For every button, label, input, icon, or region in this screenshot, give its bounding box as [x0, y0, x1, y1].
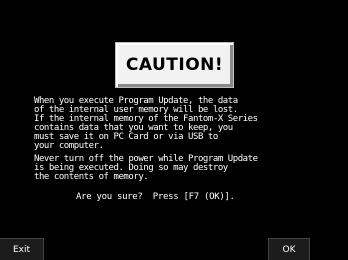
- caution-title: CAUTION!: [125, 55, 224, 75]
- confirm-prompt: Are you sure? Press [F7 (OK)].: [76, 192, 235, 202]
- warning-paragraph-data-loss: When you execute Program Update, the dat…: [34, 96, 258, 151]
- caution-banner: CAUTION!: [115, 42, 234, 88]
- warning-paragraph-power: Never turn off the power while Program U…: [34, 154, 258, 182]
- ok-button[interactable]: OK: [268, 238, 310, 260]
- caution-screen: CAUTION! When you execute Program Update…: [0, 0, 348, 260]
- exit-button[interactable]: Exit: [0, 238, 44, 260]
